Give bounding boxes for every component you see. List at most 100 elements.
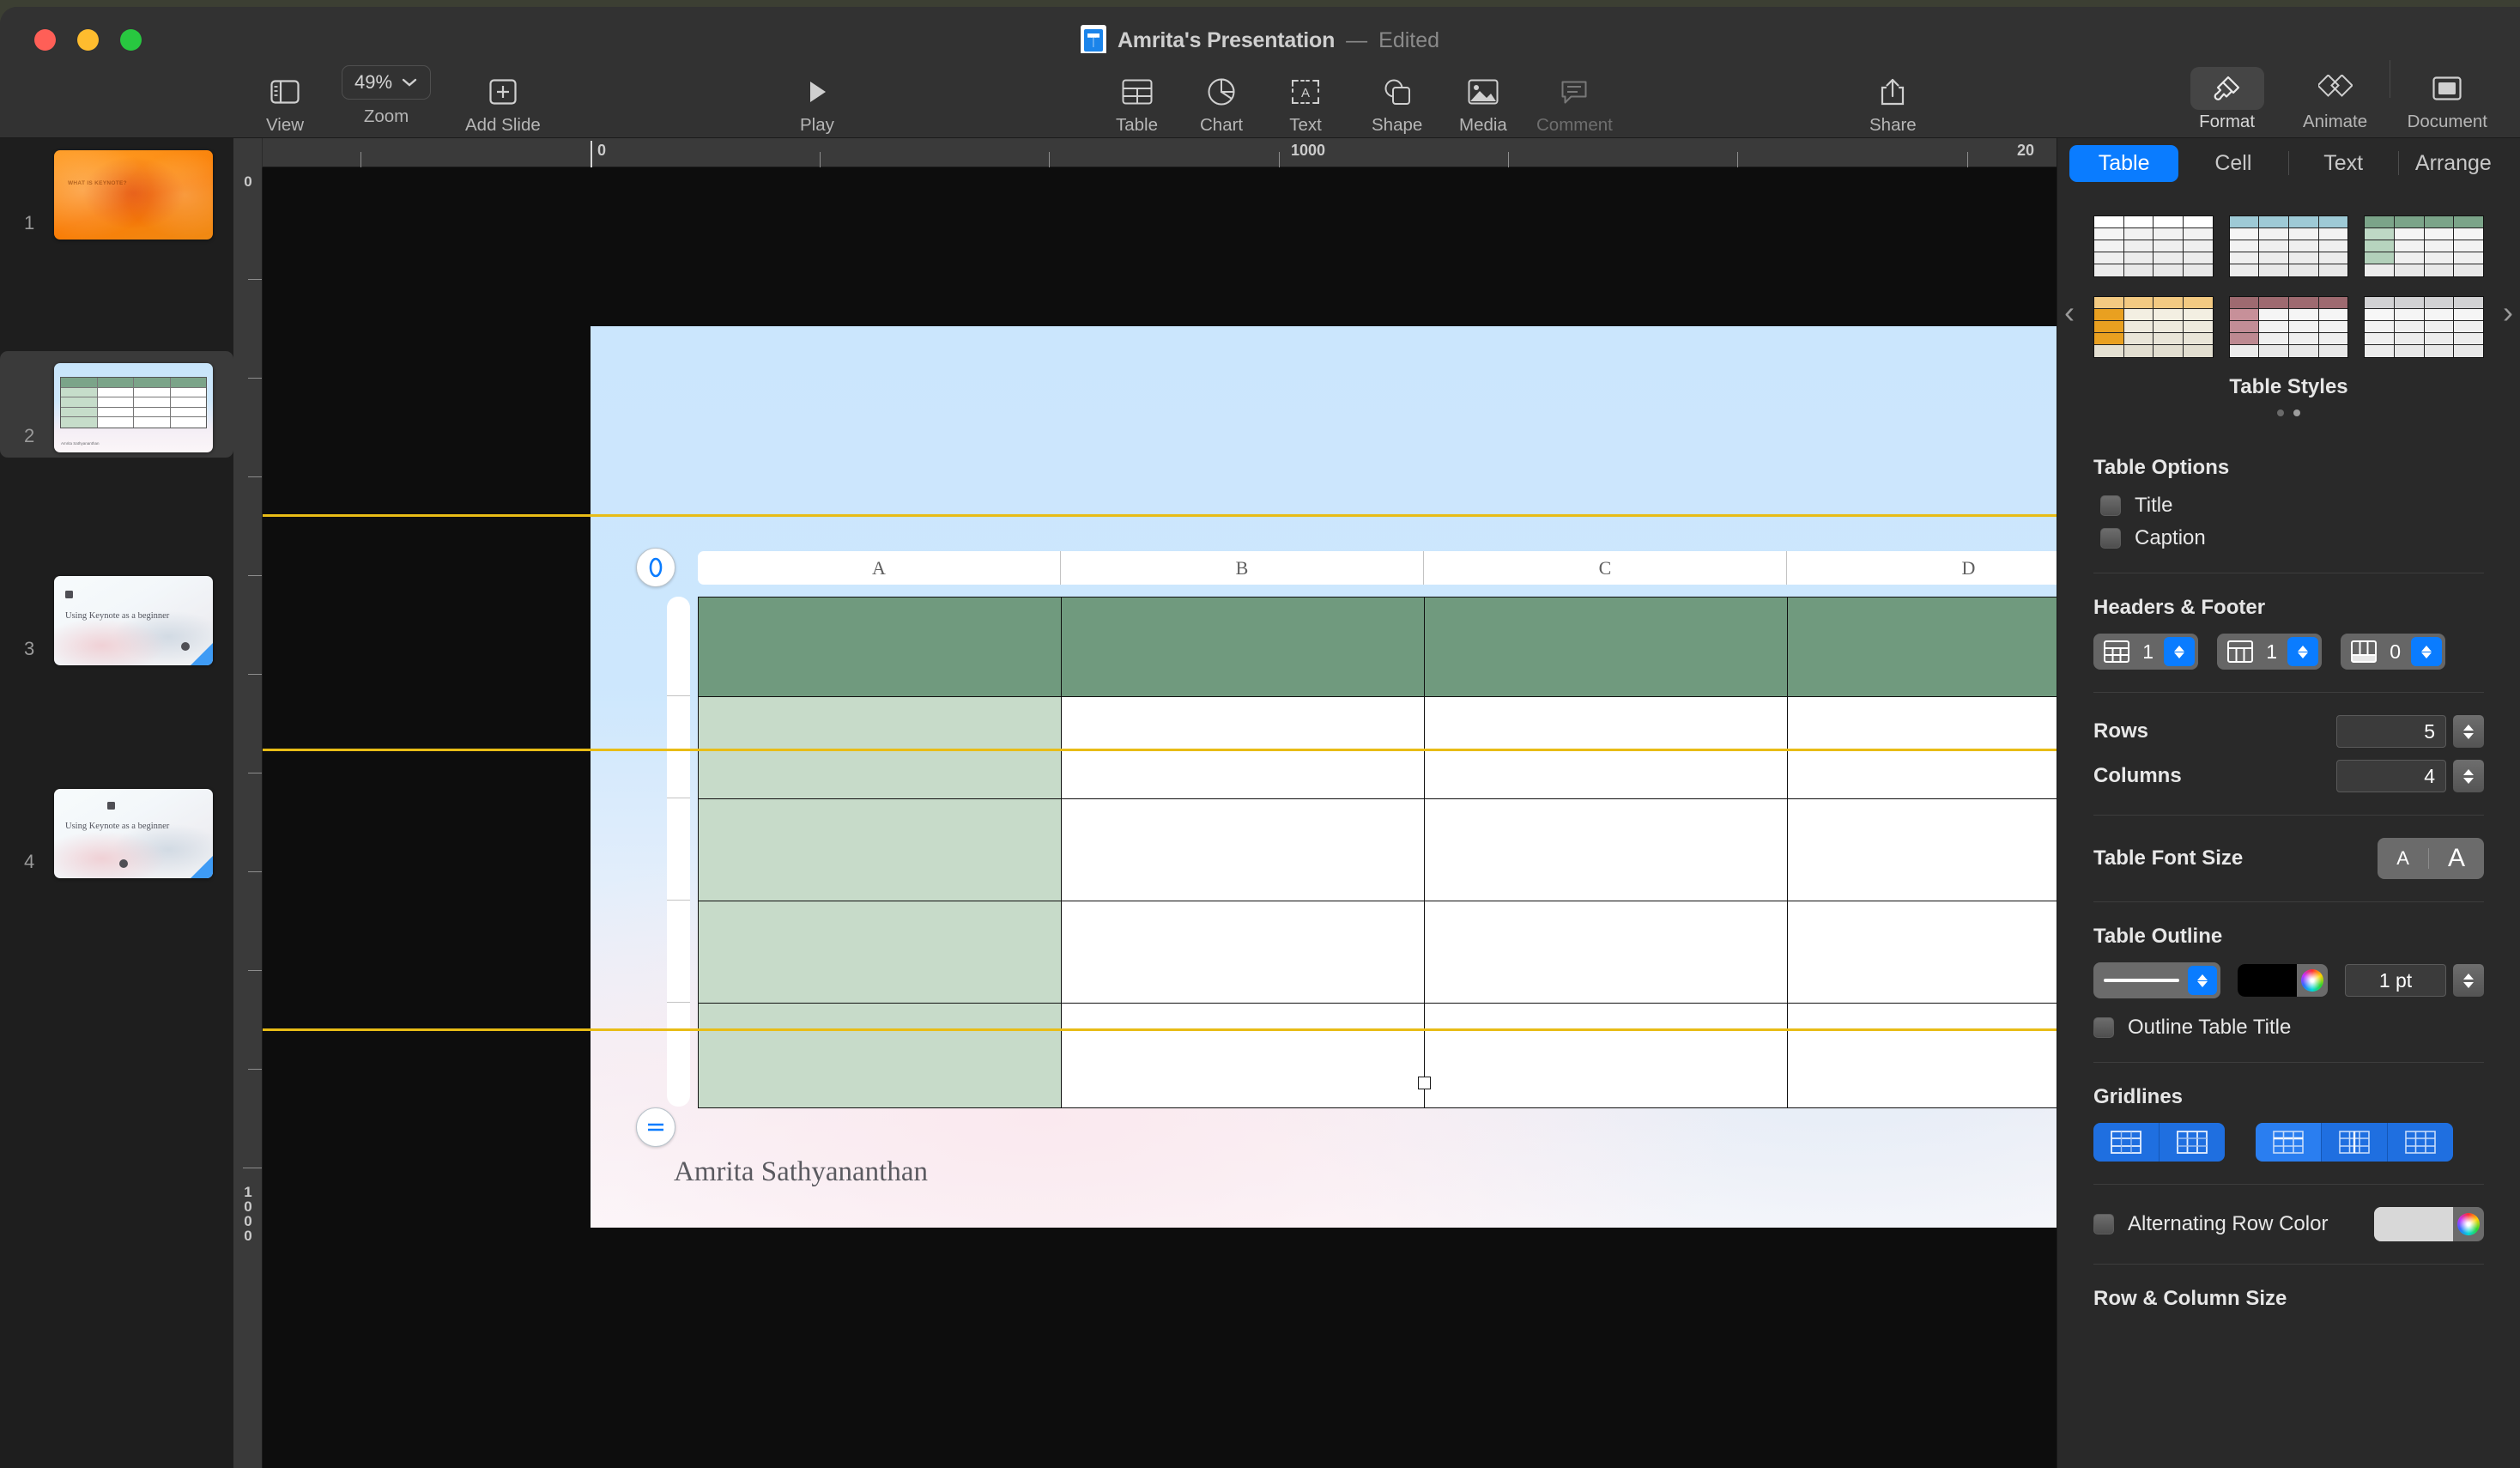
alternating-color-wheel-button[interactable] — [2453, 1213, 2484, 1235]
table-grid[interactable] — [698, 597, 2057, 1108]
styles-prev-arrow[interactable]: ‹ — [2064, 294, 2075, 331]
columns-stepper[interactable] — [2453, 760, 2484, 792]
slide-thumbnail-2[interactable]: 2 Amrita Sathyananthan — [0, 351, 233, 458]
styles-next-arrow[interactable]: › — [2503, 294, 2513, 331]
add-slide-button[interactable]: Add Slide — [465, 70, 541, 136]
outline-width-input[interactable]: 1 pt — [2345, 964, 2446, 997]
page-dot-1[interactable] — [2277, 409, 2284, 416]
shape-button[interactable]: Shape — [1372, 70, 1422, 136]
column-header-c[interactable]: C — [1424, 551, 1787, 585]
horizontal-ruler[interactable]: 0 1000 20 — [233, 138, 2057, 167]
alternating-left[interactable]: Alternating Row Color — [2093, 1212, 2328, 1236]
column-header-bar[interactable]: A B C D — [698, 551, 2057, 585]
table-cell[interactable] — [1062, 1004, 1425, 1107]
alternating-color-well[interactable] — [2374, 1207, 2484, 1241]
vertical-ruler[interactable]: 0 1 0 0 0 — [233, 167, 263, 1468]
slide-author-text[interactable]: Amrita Sathyananthan — [674, 1156, 928, 1188]
zoom-control[interactable]: 49% Zoom — [342, 65, 432, 127]
table-row[interactable] — [699, 598, 2057, 697]
format-button[interactable]: Format — [2173, 53, 2281, 132]
increase-font-button[interactable]: A — [2429, 838, 2484, 879]
font-size-segmented-control[interactable]: A A — [2378, 838, 2484, 879]
outline-width-stepper[interactable] — [2453, 964, 2484, 997]
table-cell[interactable] — [1788, 901, 2057, 1004]
decrease-font-button[interactable]: A — [2378, 841, 2428, 876]
table-cell[interactable] — [699, 598, 1062, 697]
table-cell[interactable] — [1425, 901, 1788, 1004]
line-style-picker[interactable] — [2093, 962, 2220, 998]
inspector-tabs[interactable]: Table Cell Text Arrange — [2057, 138, 2520, 188]
outline-color-wheel-button[interactable] — [2297, 969, 2328, 992]
table-cell[interactable] — [1062, 598, 1425, 697]
outline-table-title-checkbox[interactable] — [2093, 1017, 2114, 1038]
table-cell[interactable] — [699, 901, 1062, 1004]
table-cell[interactable] — [1425, 799, 1788, 901]
row-header-5[interactable] — [667, 1003, 690, 1107]
table-cell[interactable] — [1425, 1004, 1788, 1107]
tab-table[interactable]: Table — [2069, 144, 2179, 182]
table-style-maroon[interactable] — [2228, 296, 2349, 358]
table-button[interactable]: Table — [1116, 70, 1158, 136]
comment-button[interactable]: Comment — [1536, 70, 1613, 136]
resize-handle-bottom[interactable] — [1418, 1077, 1431, 1089]
alternating-color-swatch[interactable] — [2374, 1207, 2453, 1241]
format-inspector[interactable]: Table Cell Text Arrange ‹ › Table Styles… — [2057, 138, 2520, 1468]
column-header-a[interactable]: A — [698, 551, 1061, 585]
tab-arrange[interactable]: Arrange — [2399, 145, 2508, 182]
slide-navigator[interactable]: 1 WHAT IS KEYNOTE? 2 Amrita Sathyanantha… — [0, 138, 233, 1468]
rows-stepper[interactable] — [2453, 715, 2484, 748]
text-button[interactable]: A Text — [1289, 70, 1322, 136]
document-button[interactable]: Document — [2390, 53, 2505, 132]
header-columns-arrows[interactable] — [2287, 637, 2318, 666]
table-cell[interactable] — [1062, 799, 1425, 901]
row-header-1[interactable] — [667, 597, 690, 696]
table-cell[interactable] — [1788, 598, 2057, 697]
slide-thumbnail-1[interactable]: 1 WHAT IS KEYNOTE? — [0, 138, 233, 245]
gridline-header-columns-button[interactable] — [2160, 1123, 2225, 1162]
media-button[interactable]: Media — [1459, 70, 1507, 136]
gridline-body-vertical-button[interactable] — [2322, 1123, 2388, 1162]
gridline-header-rows-button[interactable] — [2093, 1123, 2160, 1162]
gridline-body-top-button[interactable] — [2256, 1123, 2322, 1162]
slide-thumbnail-4[interactable]: 4 Using Keynote as a beginner — [0, 777, 233, 883]
title-checkbox[interactable] — [2100, 495, 2121, 516]
gridlines-group-body[interactable] — [2256, 1123, 2453, 1162]
slide-stage[interactable]: Amrita Sathyananthan A B C D — [263, 167, 2057, 1468]
chart-button[interactable]: Chart — [1200, 70, 1243, 136]
table-style-orange[interactable] — [2093, 296, 2214, 358]
slide-thumbnail-3[interactable]: 3 Using Keynote as a beginner — [0, 564, 233, 670]
table-styles-grid[interactable] — [2057, 198, 2520, 358]
title-checkbox-row[interactable]: Title — [2100, 494, 2484, 518]
table-cell[interactable] — [1425, 598, 1788, 697]
rows-input[interactable]: 5 — [2336, 715, 2446, 748]
column-header-b[interactable]: B — [1061, 551, 1424, 585]
table-style-plain-white[interactable] — [2093, 215, 2214, 277]
tab-text[interactable]: Text — [2289, 145, 2398, 182]
row-header-4[interactable] — [667, 901, 690, 1003]
footer-rows-arrows[interactable] — [2411, 637, 2442, 666]
row-header-2[interactable] — [667, 696, 690, 798]
zoom-dropdown[interactable]: 49% — [342, 65, 432, 100]
caption-checkbox-row[interactable]: Caption — [2100, 526, 2484, 550]
table-cell[interactable] — [1788, 1004, 2057, 1107]
gridlines-group-horizontal[interactable] — [2093, 1123, 2225, 1162]
table-style-green[interactable] — [2364, 215, 2484, 277]
table-cell[interactable] — [699, 799, 1062, 901]
table-cell[interactable] — [699, 1004, 1062, 1107]
add-row-knob[interactable] — [636, 1107, 675, 1147]
header-rows-stepper[interactable]: 1 — [2093, 634, 2198, 670]
caption-checkbox[interactable] — [2100, 528, 2121, 549]
gridline-body-all-button[interactable] — [2388, 1123, 2453, 1162]
table-row[interactable] — [699, 1004, 2057, 1107]
footer-rows-stepper[interactable]: 0 — [2341, 634, 2445, 670]
share-button[interactable]: Share — [1869, 70, 1917, 136]
table-row[interactable] — [699, 901, 2057, 1004]
header-rows-arrows[interactable] — [2164, 637, 2195, 666]
row-header-3[interactable] — [667, 798, 690, 901]
header-columns-stepper[interactable]: 1 — [2217, 634, 2322, 670]
table-row[interactable] — [699, 799, 2057, 901]
table-cell[interactable] — [1788, 799, 2057, 901]
table-cell[interactable] — [1062, 901, 1425, 1004]
play-button[interactable]: Play — [800, 70, 834, 136]
table-select-all-knob[interactable] — [636, 548, 675, 587]
